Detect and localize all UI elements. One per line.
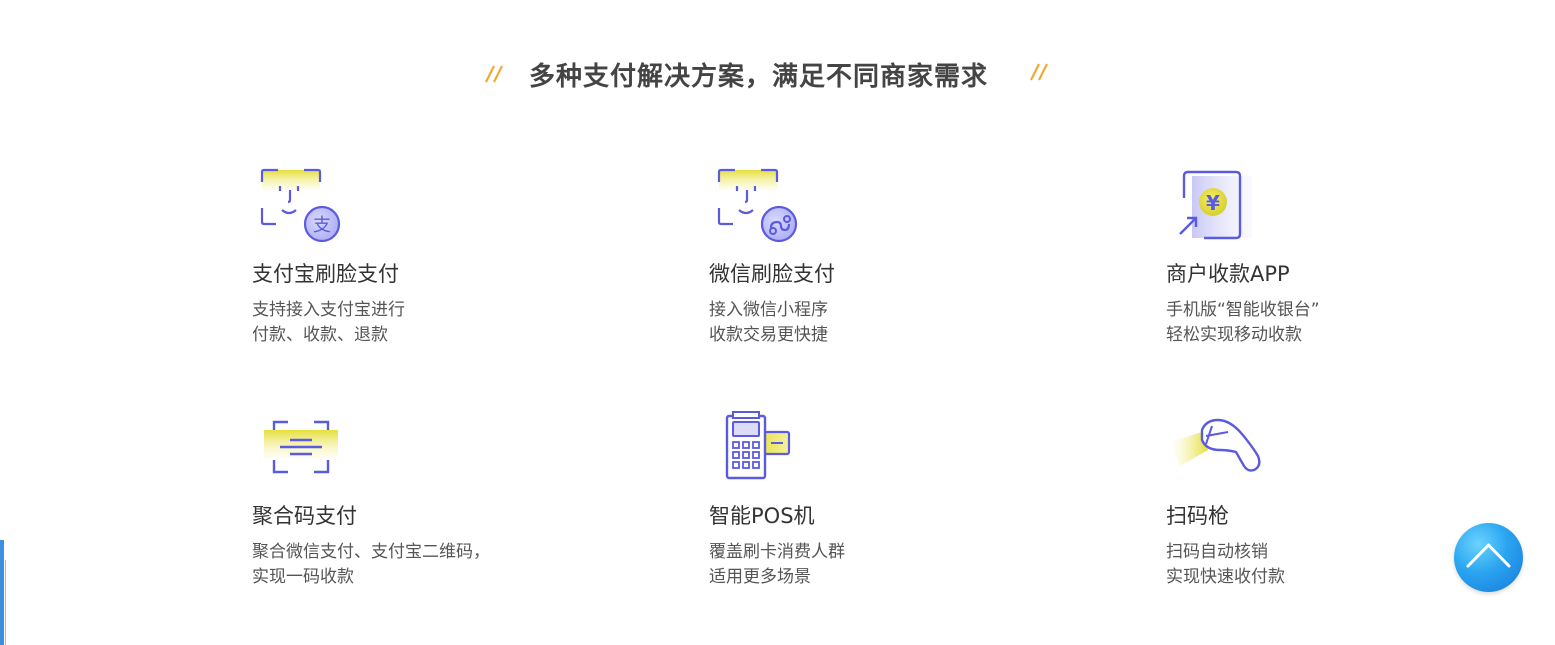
feature-desc-line: 付款、收款、退款 bbox=[252, 325, 388, 345]
mobile-cashier-icon: ¥ bbox=[1179, 170, 1252, 240]
feature-name: 智能POS机 bbox=[709, 504, 815, 528]
alipay-face-icon: 支 bbox=[260, 168, 341, 243]
title-left-decoration bbox=[414, 65, 503, 83]
svg-text:支: 支 bbox=[313, 215, 331, 236]
pos-terminal-icon bbox=[725, 411, 791, 480]
svg-text:¥: ¥ bbox=[1206, 191, 1220, 215]
feature-description: 覆盖刷卡消费人群 适用更多场景 bbox=[709, 540, 845, 590]
title-right-decoration bbox=[1030, 59, 1120, 81]
feature-description: 聚合微信支付、支付宝二维码， 实现一码收款 bbox=[252, 540, 490, 590]
side-panel-edge bbox=[0, 540, 4, 645]
feature-description: 手机版“智能收银台” 轻松实现移动收款 bbox=[1166, 298, 1320, 348]
barcode-scanner-icon bbox=[1170, 418, 1261, 472]
feature-desc-line: 适用更多场景 bbox=[709, 567, 811, 587]
side-panel-edge-highlight bbox=[5, 560, 6, 645]
payment-solutions-section: 多种支付解决方案，满足不同商家需求 支 支付宝刷脸支付 支持接入支付宝进行 付款… bbox=[0, 0, 1555, 645]
feature-desc-line: 手机版“智能收银台” bbox=[1166, 300, 1320, 320]
feature-description: 接入微信小程序 收款交易更快捷 bbox=[709, 298, 828, 348]
feature-desc-line: 实现快速收付款 bbox=[1166, 567, 1285, 587]
feature-description: 支持接入支付宝进行 付款、收款、退款 bbox=[252, 298, 405, 348]
section-header: 多种支付解决方案，满足不同商家需求 bbox=[0, 52, 1555, 96]
feature-name: 微信刷脸支付 bbox=[709, 262, 835, 286]
feature-desc-line: 轻松实现移动收款 bbox=[1166, 325, 1302, 345]
section-title: 多种支付解决方案，满足不同商家需求 bbox=[529, 62, 989, 92]
feature-desc-line: 聚合微信支付、支付宝二维码， bbox=[252, 542, 490, 562]
wechat-face-icon bbox=[717, 168, 798, 243]
feature-name: 支付宝刷脸支付 bbox=[252, 262, 399, 286]
back-to-top-button[interactable] bbox=[1454, 523, 1523, 592]
feature-desc-line: 收款交易更快捷 bbox=[709, 325, 828, 345]
qr-scan-icon bbox=[264, 420, 338, 474]
feature-desc-line: 接入微信小程序 bbox=[709, 300, 828, 320]
feature-desc-line: 覆盖刷卡消费人群 bbox=[709, 542, 845, 562]
feature-desc-line: 扫码自动核销 bbox=[1166, 542, 1268, 562]
chevron-up-icon bbox=[1466, 543, 1511, 568]
feature-description: 扫码自动核销 实现快速收付款 bbox=[1166, 540, 1285, 590]
feature-name: 商户收款APP bbox=[1166, 262, 1290, 286]
feature-desc-line: 支持接入支付宝进行 bbox=[252, 300, 405, 320]
feature-name: 扫码枪 bbox=[1166, 504, 1229, 528]
feature-name: 聚合码支付 bbox=[252, 504, 357, 528]
feature-desc-line: 实现一码收款 bbox=[252, 567, 354, 587]
